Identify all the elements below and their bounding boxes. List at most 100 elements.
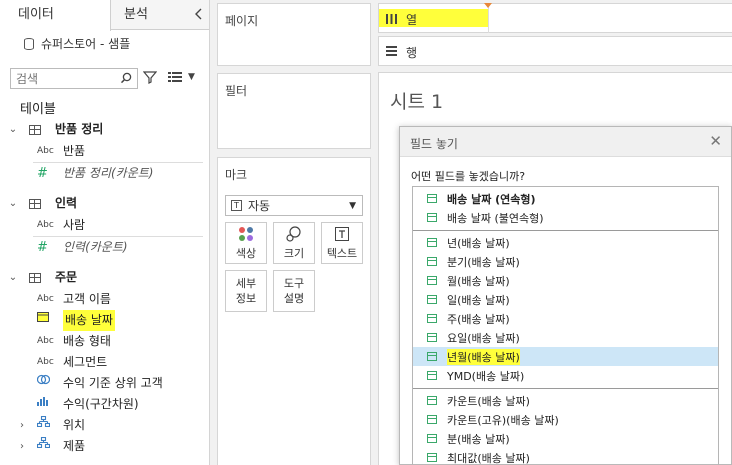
collapse-pane-icon[interactable] (193, 7, 205, 21)
color-button[interactable]: 색상 (225, 222, 267, 264)
search-icon (120, 72, 132, 84)
drop-field-dialog: 필드 놓기 ✕ 어떤 필드를 놓겠습니까? 배송 날짜 (연속형) 배송 날짜 … (399, 126, 732, 465)
table-icon (29, 272, 41, 283)
bin-icon (37, 394, 63, 415)
columns-label: 열 (406, 13, 418, 27)
field-label: 배송 형태 (63, 334, 111, 348)
detail-label-1: 세부 (235, 277, 257, 290)
field-item[interactable]: Abc 사람 (37, 215, 85, 236)
chevron-down-icon[interactable]: ⌄ (5, 119, 21, 140)
calendar-icon (427, 415, 437, 424)
option-label: 년월(배송 날짜) (447, 348, 520, 365)
field-item-ship-date[interactable]: 배송 날짜 (37, 310, 115, 331)
list-item[interactable]: 배송 날짜 (불연속형) (413, 208, 718, 227)
hierarchy-icon (36, 436, 63, 457)
size-label: 크기 (283, 247, 305, 260)
text-icon (322, 223, 362, 245)
marks-title: 마크 (225, 168, 248, 182)
close-icon[interactable]: ✕ (709, 133, 722, 149)
detail-button[interactable]: 세부 정보 (225, 270, 267, 312)
field-item[interactable]: Abc 고객 이름 (37, 289, 111, 310)
detail-label-2: 정보 (235, 292, 257, 305)
calendar-icon (427, 276, 437, 285)
list-item[interactable]: 카운트(배송 날짜) (413, 391, 718, 410)
text-button[interactable]: 텍스트 (321, 222, 363, 264)
abc-icon: Abc (37, 336, 54, 346)
filters-title: 필터 (225, 84, 248, 98)
chevron-down-icon[interactable]: ⌄ (5, 267, 21, 288)
datasource-label: 슈퍼스토어 - 샘플 (41, 37, 131, 51)
calendar-icon (427, 333, 437, 342)
pages-shelf[interactable]: 페이지 (217, 3, 371, 66)
field-item-hierarchy[interactable]: › 위치 (20, 415, 85, 436)
search-input[interactable] (11, 69, 111, 88)
field-label: 사람 (63, 218, 86, 232)
mark-type-dropdown[interactable]: T 자동 ▼ (225, 195, 363, 216)
size-button[interactable]: 크기 (273, 222, 315, 264)
field-item[interactable]: Abc 세그먼트 (37, 352, 107, 373)
table-label: 반품 정리 (55, 122, 104, 136)
option-label: 최대값(배송 날짜) (447, 451, 530, 465)
filters-shelf[interactable]: 필터 (217, 73, 371, 149)
list-item[interactable]: 분(배송 날짜) (413, 429, 718, 448)
pages-title: 페이지 (225, 14, 259, 28)
tab-analytics[interactable]: 분석 (124, 0, 148, 30)
field-label: 위치 (63, 418, 86, 432)
field-item[interactable]: Abc 반품 (37, 141, 85, 162)
tooltip-label-1: 도구 (283, 277, 305, 290)
chevron-down-icon[interactable]: ⌄ (5, 193, 21, 214)
table-icon (29, 124, 41, 135)
option-label: 월(배송 날짜) (447, 274, 510, 288)
field-label: 세그먼트 (63, 355, 108, 369)
list-item[interactable]: 배송 날짜 (연속형) (413, 189, 718, 208)
field-item[interactable]: # 반품 정리(카운트) (37, 163, 153, 184)
table-row-orders[interactable]: ⌄ 주문 (0, 267, 77, 288)
calendar-icon (427, 213, 437, 222)
table-row-people[interactable]: ⌄ 인력 (0, 193, 77, 214)
calendar-icon (427, 257, 437, 266)
calendar-icon (427, 314, 437, 323)
option-label: 배송 날짜 (연속형) (447, 192, 536, 206)
datasource-item[interactable]: 슈퍼스토어 - 샘플 (24, 35, 130, 52)
list-view-icon[interactable] (168, 72, 182, 83)
rows-shelf[interactable]: 행 (378, 36, 732, 66)
option-label: 년(배송 날짜) (447, 236, 510, 250)
field-item[interactable]: 수익(구간차원) (37, 394, 139, 415)
columns-shelf[interactable]: 열 (378, 3, 732, 33)
list-item[interactable]: 일(배송 날짜) (413, 290, 718, 309)
field-item-hierarchy[interactable]: › 제품 (20, 436, 85, 457)
chevron-down-icon[interactable]: ▼ (188, 72, 195, 82)
list-item[interactable]: 주(배송 날짜) (413, 309, 718, 328)
list-item[interactable]: 년(배송 날짜) (413, 233, 718, 252)
field-label: 수익(구간차원) (63, 397, 139, 411)
option-label: 일(배송 날짜) (447, 293, 510, 307)
search-box[interactable] (10, 68, 138, 89)
list-item-selected[interactable]: 년월(배송 날짜) (413, 347, 718, 366)
filter-icon[interactable] (143, 70, 157, 84)
table-label: 주문 (55, 270, 78, 284)
tooltip-button[interactable]: 도구 설명 (273, 270, 315, 312)
chevron-right-icon[interactable]: › (20, 436, 37, 457)
field-label: 제품 (63, 439, 86, 453)
field-item[interactable]: Abc 배송 형태 (37, 331, 111, 352)
field-options-list[interactable]: 배송 날짜 (연속형) 배송 날짜 (불연속형) 년(배송 날짜) 분기(배송 … (412, 186, 719, 465)
list-item[interactable]: 월(배송 날짜) (413, 271, 718, 290)
field-item[interactable]: 수익 기준 상위 고객 (36, 373, 163, 394)
option-label: 분(배송 날짜) (447, 432, 510, 446)
list-item[interactable]: 최대값(배송 날짜) (413, 448, 718, 465)
field-item[interactable]: # 인력(카운트) (37, 237, 128, 258)
list-item[interactable]: YMD(배송 날짜) (413, 366, 718, 385)
tab-data[interactable]: 데이터 (0, 0, 111, 31)
automatic-mark-icon: T (231, 200, 242, 211)
option-label: 주(배송 날짜) (447, 312, 510, 326)
chevron-right-icon[interactable]: › (20, 415, 37, 436)
list-item[interactable]: 카운트(고유)(배송 날짜) (413, 410, 718, 429)
rows-icon (386, 46, 397, 56)
list-item[interactable]: 요일(배송 날짜) (413, 328, 718, 347)
table-row-returns[interactable]: ⌄ 반품 정리 (0, 119, 104, 140)
list-item[interactable]: 분기(배송 날짜) (413, 252, 718, 271)
dialog-title: 필드 놓기 (410, 137, 458, 151)
sheet-title[interactable]: 시트 1 (390, 87, 443, 114)
mark-type-value: 자동 (248, 199, 271, 213)
option-label: 요일(배송 날짜) (447, 331, 520, 345)
